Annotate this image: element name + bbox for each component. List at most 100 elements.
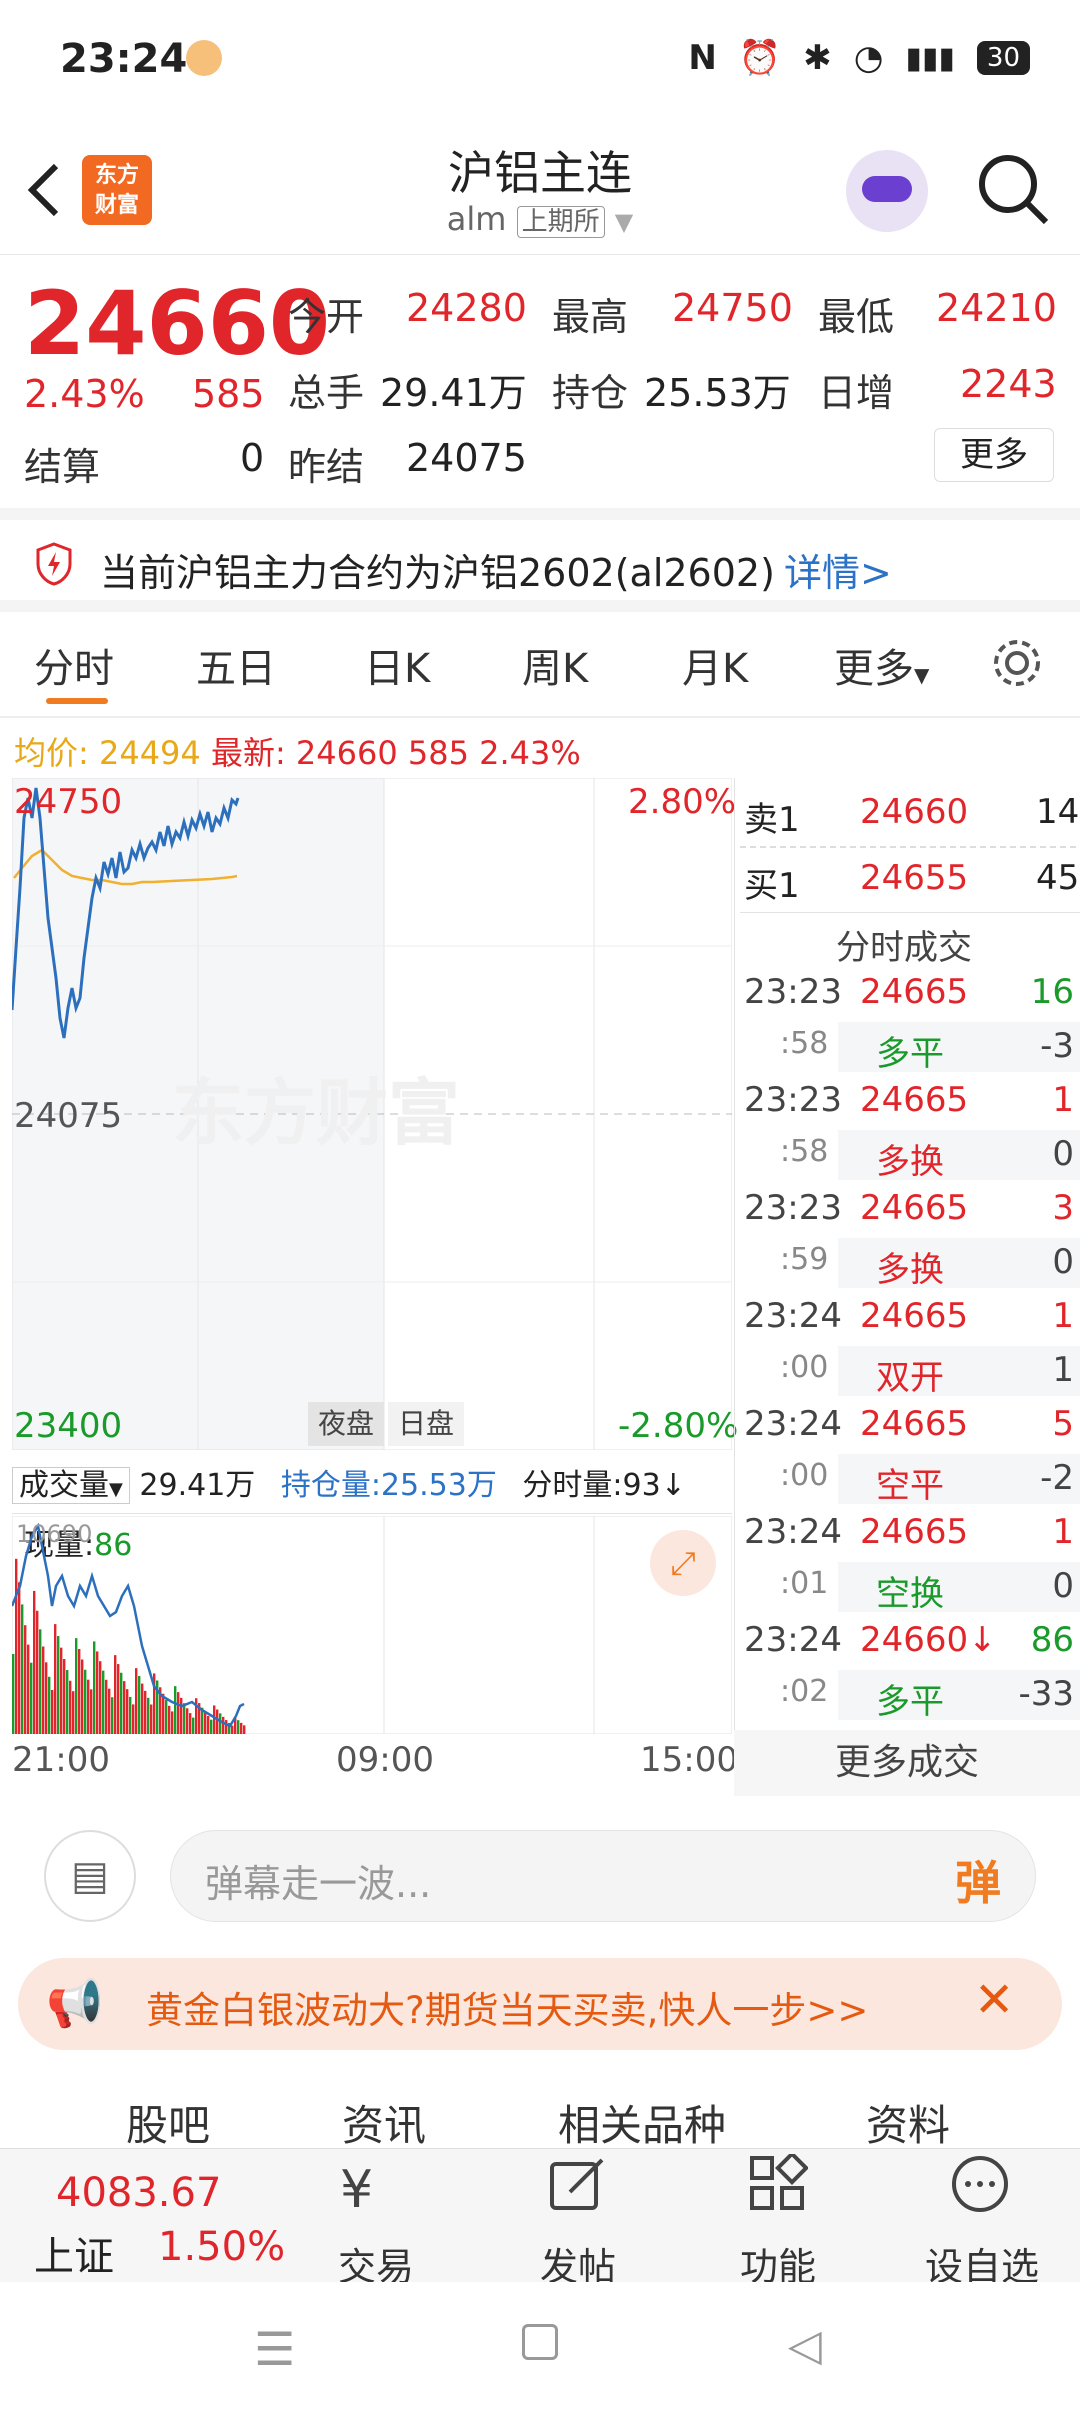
volume-chart[interactable] [12,1516,732,1734]
trade-price: 24665 [860,1188,969,1228]
status-icons: N ⏰ ✱ ◔ ▮▮▮ 30 [688,38,1030,78]
settle-value: 0 [240,436,265,480]
back-nav-icon[interactable]: ◁ [788,2320,822,2371]
volume-bar [189,1713,192,1734]
trade-time: 23:24 [744,1296,842,1336]
volume-bar [240,1722,243,1734]
tab-five-day[interactable]: 五日 [196,636,276,694]
tab-daily-k[interactable]: 日K [364,636,430,694]
promo-banner[interactable]: 📢 黄金白银波动大?期货当天买卖,快人一步>> ✕ [18,1958,1062,2050]
signal-icon: ▮▮▮ [905,40,955,76]
tab-monthly-k[interactable]: 月K [682,636,748,694]
volume-bar [72,1691,75,1734]
tab-more[interactable]: 更多▼ [834,636,929,694]
tab-intraday[interactable]: 分时 [34,636,114,694]
tab-forum[interactable]: 股吧 [126,2092,210,2153]
nfc-icon: N [688,38,717,78]
assistant-avatar[interactable] [846,150,928,232]
trade-price: 24660↓ [860,1620,997,1660]
trade-second: :01 [780,1566,829,1601]
tab-profile[interactable]: 资料 [866,2092,950,2153]
search-icon[interactable] [976,152,1052,228]
volume-bar [36,1610,39,1734]
volume-bar [78,1648,81,1734]
trade-price: 24665 [860,1404,969,1444]
trade-volume: 16 [1030,972,1074,1012]
more-trades-button[interactable]: 更多成交 [734,1730,1080,1796]
trades-title: 分时成交 [836,928,972,968]
volume-bar [186,1708,189,1734]
y-axis-top: 24750 [14,782,123,822]
trade-yen-icon[interactable]: ¥ [340,2160,373,2220]
shield-alert-icon [36,542,72,586]
volume-bar [27,1644,30,1734]
volume-bar [216,1709,219,1734]
settings-gear-icon[interactable] [990,636,1044,690]
trade-kind: 多平 [876,1682,944,1722]
tab-weekly-k[interactable]: 周K [522,636,588,694]
compose-icon[interactable] [548,2154,608,2214]
volume-bar [129,1696,132,1734]
megaphone-icon: 📢 [46,1976,104,2030]
volume-bar [123,1681,126,1734]
sell1-price: 24660 [860,792,969,832]
notice-details-link[interactable]: 详情> [784,542,892,597]
danmu-placeholder: 弹幕走一波... [205,1862,432,1906]
danmu-toggle-icon[interactable]: 弹 [955,1847,1001,1913]
trade-kind: 空平 [876,1466,944,1506]
x-axis-label-end: 15:00 [640,1740,738,1780]
trade-price: 24665 [860,1296,969,1336]
index-pct[interactable]: 1.50% [158,2224,285,2270]
night-session-label[interactable]: 夜盘 [308,1402,385,1446]
buy1-volume: 45 [1036,858,1080,898]
main-contract-notice[interactable]: 当前沪铝主力合约为沪铝2602(al2602) 详情> [0,508,1080,612]
volume-bar [60,1647,63,1734]
volume-bar [30,1662,33,1734]
caret-down-icon: ▼ [109,1479,123,1500]
more-dots-icon[interactable] [950,2154,1010,2214]
low-label: 最低 [818,295,895,339]
expand-icon[interactable]: ⤢ [650,1530,716,1596]
volume-bar [15,1558,18,1734]
trade-second: :58 [780,1026,829,1061]
caret-down-icon: ▼ [914,663,930,687]
volume-bar [102,1670,105,1734]
contract-code: alm [446,200,507,238]
volume-bar [141,1683,144,1734]
volume-bar [126,1689,129,1734]
status-bar: 23:24 N ⏰ ✱ ◔ ▮▮▮ 30 [0,0,1080,120]
trade-oi-change: 1 [1052,1350,1074,1390]
trade-volume: 86 [1030,1620,1074,1660]
trade-volume: 3 [1052,1188,1074,1228]
home-icon[interactable] [522,2324,558,2360]
indicator-selector[interactable]: 成交量▼ [12,1467,130,1504]
volume-bar [213,1705,216,1734]
volume-bar [48,1676,51,1734]
volume-bar [138,1676,141,1734]
volume-bar [42,1646,45,1734]
volume-header: 成交量▼ 29.41万 持仓量:25.53万 分时量:93↓ 现量:86 [12,1458,732,1563]
index-value[interactable]: 4083.67 [56,2170,221,2216]
trade-price: 24665 [860,1080,969,1120]
oi-value: 25.53万 [644,371,791,415]
alarm-icon: ⏰ [738,38,782,78]
high-value: 24750 [672,286,793,330]
trade-second: :00 [780,1458,829,1493]
danmu-settings-icon[interactable]: ▤ [44,1830,136,1922]
trade-kind: 多换 [876,1142,944,1182]
recents-icon[interactable]: ☰ [254,2322,295,2376]
volume-bar [150,1704,153,1734]
volume-bar [24,1625,27,1734]
tab-news[interactable]: 资讯 [342,2092,426,2153]
danmu-input[interactable]: 弹幕走一波... 弹 [170,1830,1036,1922]
index-name[interactable]: 上证 [34,2224,114,2282]
x-axis-label-start: 21:00 [12,1740,110,1780]
grid-icon[interactable] [748,2154,808,2214]
tab-related[interactable]: 相关品种 [558,2092,726,2153]
day-session-label[interactable]: 日盘 [388,1402,465,1446]
volume-bar [225,1720,228,1734]
trade-kind-bg [838,1346,1080,1396]
chart-legend: 均价: 24494 最新: 24660 585 2.43% [14,728,581,774]
more-quote-button[interactable]: 更多 [934,428,1054,482]
close-icon[interactable]: ✕ [974,1972,1014,2028]
